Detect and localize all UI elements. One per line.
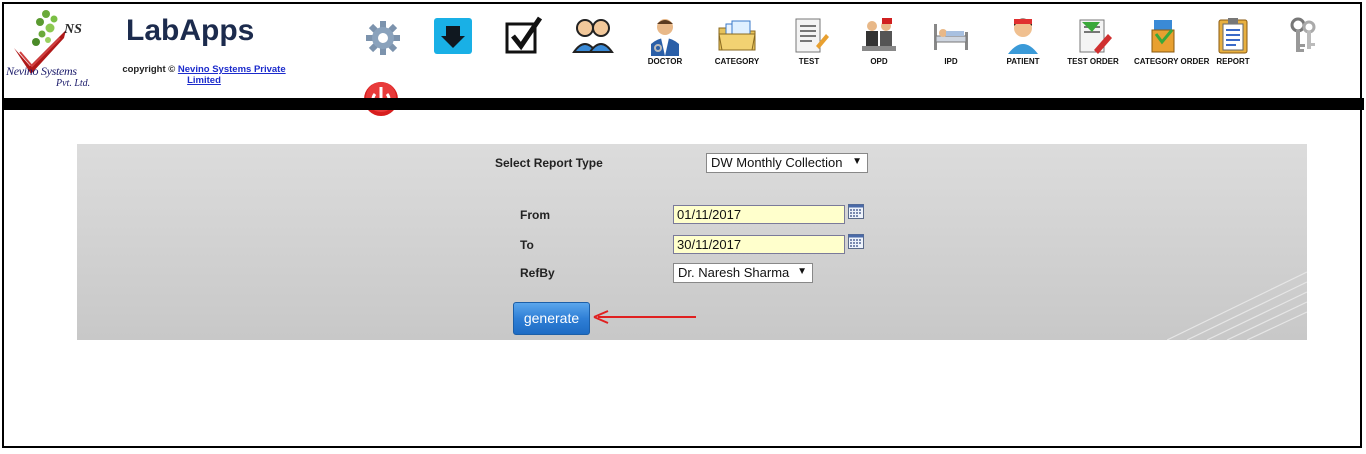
toolbar-users-button[interactable] — [564, 16, 622, 72]
toolbar-category-button[interactable]: CATEGORY — [708, 16, 766, 72]
panel-decoration — [1167, 271, 1307, 340]
refby-select[interactable]: Dr. Naresh Sharma ▼ — [673, 263, 813, 283]
report-icon — [1218, 18, 1248, 54]
keys-icon — [1290, 17, 1316, 52]
from-date-input[interactable]: 01/11/2017 — [673, 205, 845, 224]
copyright-link[interactable]: Nevino Systems Private Limited — [178, 64, 286, 86]
toolbar-ipd-button[interactable]: IPD — [922, 16, 980, 72]
dropdown-arrow-icon: ▼ — [797, 266, 807, 277]
from-label: From — [520, 208, 550, 222]
calendar-icon[interactable] — [848, 234, 864, 249]
category-folder-icon — [718, 20, 756, 51]
generate-button[interactable]: generate — [513, 302, 590, 335]
test-document-icon — [795, 18, 829, 53]
toolbar-checklist-button[interactable] — [494, 16, 552, 72]
gear-icon — [366, 21, 400, 55]
toolbar-test-button[interactable]: TEST — [780, 16, 838, 72]
toolbar-opd-button[interactable]: OPD — [850, 16, 908, 72]
patient-icon — [1008, 18, 1038, 54]
refby-value: Dr. Naresh Sharma — [678, 265, 790, 280]
logo-ns-text: NS — [64, 22, 82, 37]
toolbar-settings-button[interactable] — [354, 16, 412, 72]
copyright-prefix: copyright © — [122, 64, 176, 75]
checkbox-icon — [505, 16, 543, 54]
test-order-icon — [1079, 19, 1112, 54]
hospital-bed-icon — [934, 24, 968, 50]
app-title: LabApps — [126, 14, 255, 47]
dropdown-arrow-icon: ▼ — [852, 156, 862, 167]
report-type-select[interactable]: DW Monthly Collection ▼ — [706, 153, 868, 173]
opd-icon — [862, 18, 896, 51]
header: NS Nevino Systems Pvt. Ltd. LabApps copy… — [4, 4, 1360, 116]
toolbar-keys-button[interactable] — [1274, 16, 1332, 72]
users-icon — [572, 19, 614, 53]
calendar-icon[interactable] — [848, 204, 864, 219]
app-window: NS Nevino Systems Pvt. Ltd. LabApps copy… — [2, 2, 1364, 448]
doctor-icon — [651, 19, 679, 56]
logo-pvt-text: Pvt. Ltd. — [56, 78, 91, 89]
category-order-icon — [1151, 20, 1175, 53]
header-divider-bar — [4, 98, 1364, 110]
company-logo: NS Nevino Systems Pvt. Ltd. — [6, 8, 102, 92]
toolbar-patient-button[interactable]: PATIENT — [994, 16, 1052, 72]
toolbar-report-button[interactable]: REPORT — [1204, 16, 1262, 72]
to-date-input[interactable]: 30/11/2017 — [673, 235, 845, 254]
annotation-arrow-icon — [593, 310, 696, 324]
report-type-label: Select Report Type — [495, 156, 603, 170]
toolbar-doctor-button[interactable]: DOCTOR — [636, 16, 694, 72]
report-type-value: DW Monthly Collection — [711, 155, 843, 170]
logo-company-text: Nevino Systems — [6, 64, 77, 78]
copyright-text: copyright © Nevino Systems Private Limit… — [114, 64, 294, 86]
download-icon — [434, 18, 472, 54]
toolbar-download-button[interactable] — [424, 16, 482, 72]
toolbar-test-order-button[interactable]: TEST ORDER — [1064, 16, 1122, 72]
refby-label: RefBy — [520, 266, 555, 280]
to-label: To — [520, 238, 534, 252]
toolbar-category-order-button[interactable]: CATEGORY ORDER — [1134, 16, 1209, 72]
